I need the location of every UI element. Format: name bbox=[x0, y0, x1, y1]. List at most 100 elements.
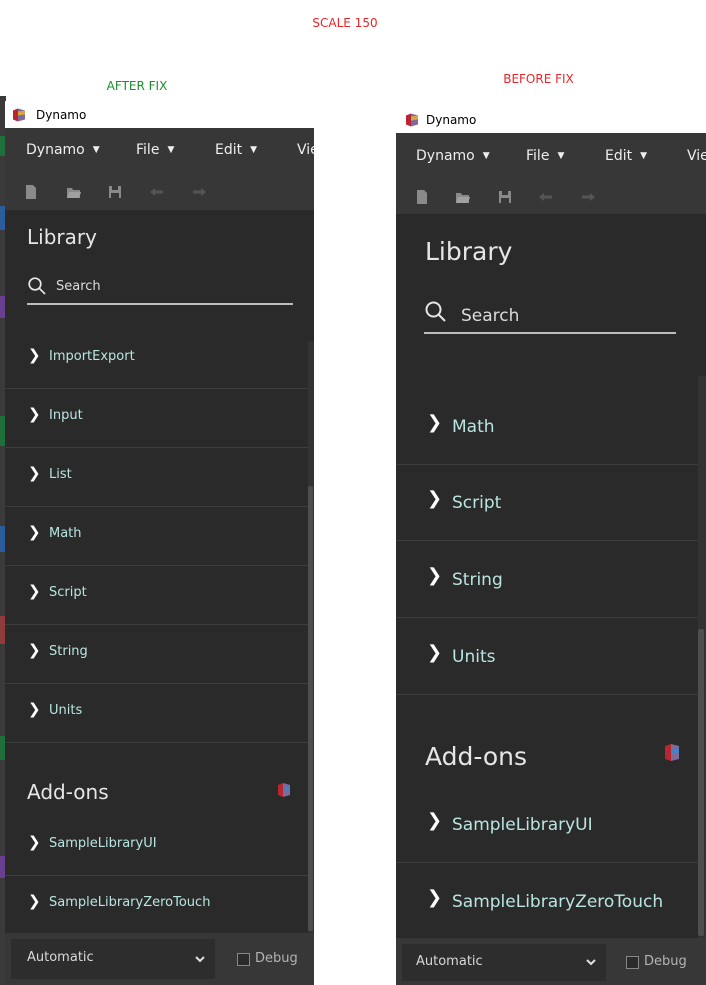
undo-icon[interactable] bbox=[538, 189, 554, 205]
category-string[interactable]: ❯ String bbox=[5, 624, 308, 684]
addon-label: SampleLibraryUI bbox=[49, 836, 157, 851]
addons-title: Add-ons bbox=[27, 780, 109, 804]
library-title: Library bbox=[27, 225, 97, 249]
category-label: List bbox=[49, 467, 72, 482]
chevron-down-icon bbox=[194, 952, 206, 967]
chevron-right-icon: ❯ bbox=[427, 488, 443, 509]
after-fix-window: Dynamo Dynamo ▼ File ▼ Edit ▼ Vie Library S… bbox=[5, 101, 314, 985]
category-label: Script bbox=[452, 493, 502, 513]
undo-icon[interactable] bbox=[149, 184, 165, 200]
addons-title: Add-ons bbox=[425, 742, 528, 771]
menu-dynamo[interactable]: Dynamo ▼ bbox=[26, 142, 100, 158]
chevron-right-icon: ❯ bbox=[28, 700, 41, 718]
library-scrollbar[interactable] bbox=[308, 486, 313, 931]
search-input[interactable]: Search bbox=[56, 279, 101, 294]
run-mode-value: Automatic bbox=[416, 954, 483, 969]
menu-dynamo-label: Dynamo bbox=[26, 142, 85, 158]
debug-checkbox[interactable] bbox=[237, 953, 250, 966]
addon-samplelibraryui[interactable]: ❯ SampleLibraryUI bbox=[5, 816, 308, 876]
category-script[interactable]: ❯ Script bbox=[396, 464, 698, 541]
menu-view[interactable]: Vie bbox=[297, 142, 314, 158]
library-search[interactable]: Search bbox=[424, 299, 676, 335]
window-title: Dynamo bbox=[36, 107, 87, 122]
redo-icon[interactable] bbox=[580, 189, 596, 205]
addon-label: SampleLibraryZeroTouch bbox=[452, 892, 664, 912]
caret-down-icon: ▼ bbox=[167, 145, 175, 155]
library-search[interactable]: Search bbox=[27, 274, 293, 306]
addon-package-icon bbox=[278, 782, 290, 801]
before-fix-window: Dynamo Dynamo ▼ File ▼ Edit ▼ Vie Library S… bbox=[396, 106, 706, 985]
search-underline bbox=[424, 332, 676, 334]
open-folder-icon[interactable] bbox=[455, 189, 471, 205]
category-importexport[interactable]: ❯ ImportExport bbox=[5, 329, 308, 389]
debug-checkbox[interactable] bbox=[626, 956, 639, 969]
category-label: Script bbox=[49, 585, 87, 600]
addon-label: SampleLibraryZeroTouch bbox=[49, 895, 211, 910]
category-units[interactable]: ❯ Units bbox=[396, 618, 698, 695]
save-icon[interactable] bbox=[107, 184, 123, 200]
chevron-down-icon bbox=[585, 955, 597, 970]
addon-samplelibraryzerotouch[interactable]: ❯ SampleLibraryZeroTouch bbox=[5, 875, 308, 934]
window-titlebar[interactable]: Dynamo bbox=[396, 106, 706, 133]
redo-icon[interactable] bbox=[191, 184, 207, 200]
addon-label: SampleLibraryUI bbox=[452, 815, 593, 835]
run-bar: Automatic Debug bbox=[5, 933, 314, 985]
window-title: Dynamo bbox=[426, 112, 477, 127]
chevron-right-icon: ❯ bbox=[427, 565, 443, 586]
dynamo-app-icon bbox=[406, 113, 418, 126]
search-underline bbox=[27, 303, 293, 305]
chevron-right-icon: ❯ bbox=[28, 523, 41, 541]
menu-file-label: File bbox=[136, 142, 160, 158]
category-script[interactable]: ❯ Script bbox=[5, 565, 308, 625]
chevron-right-icon: ❯ bbox=[28, 833, 41, 851]
category-units[interactable]: ❯ Units bbox=[5, 683, 308, 743]
menu-edit-label: Edit bbox=[605, 148, 633, 164]
chevron-right-icon: ❯ bbox=[28, 641, 41, 659]
menu-edit[interactable]: Edit ▼ bbox=[605, 148, 647, 164]
debug-label: Debug bbox=[255, 951, 298, 966]
chevron-right-icon: ❯ bbox=[28, 464, 41, 482]
chevron-right-icon: ❯ bbox=[28, 582, 41, 600]
category-input[interactable]: ❯ Input bbox=[5, 388, 308, 448]
caret-down-icon: ▼ bbox=[640, 151, 648, 161]
dynamo-app-icon bbox=[13, 108, 25, 121]
chevron-right-icon: ❯ bbox=[28, 892, 41, 910]
caret-down-icon: ▼ bbox=[92, 145, 100, 155]
category-label: String bbox=[452, 570, 503, 590]
addon-samplelibraryui[interactable]: ❯ SampleLibraryUI bbox=[396, 786, 698, 863]
category-math[interactable]: ❯ Math bbox=[5, 506, 308, 566]
menu-dynamo-label: Dynamo bbox=[416, 148, 475, 164]
run-mode-value: Automatic bbox=[27, 950, 94, 965]
menu-bar: Dynamo ▼ File ▼ Edit ▼ Vie bbox=[5, 128, 314, 175]
caret-down-icon: ▼ bbox=[250, 145, 258, 155]
category-label: ImportExport bbox=[49, 349, 135, 364]
library-title: Library bbox=[425, 237, 513, 266]
library-scrollbar[interactable] bbox=[698, 629, 704, 936]
chevron-right-icon: ❯ bbox=[28, 346, 41, 364]
menu-file[interactable]: File ▼ bbox=[526, 148, 564, 164]
run-mode-select[interactable]: Automatic bbox=[402, 944, 606, 981]
search-input[interactable]: Search bbox=[461, 306, 519, 326]
addon-samplelibraryzerotouch[interactable]: ❯ SampleLibraryZeroTouch bbox=[396, 863, 698, 939]
debug-label: Debug bbox=[644, 954, 687, 969]
caret-down-icon: ▼ bbox=[557, 151, 565, 161]
category-string[interactable]: ❯ String bbox=[396, 541, 698, 618]
category-label: Math bbox=[49, 526, 82, 541]
menu-edit[interactable]: Edit ▼ bbox=[215, 142, 257, 158]
menu-view-label: Vie bbox=[297, 142, 314, 158]
window-titlebar[interactable]: Dynamo bbox=[5, 101, 314, 128]
category-label: Input bbox=[49, 408, 83, 423]
category-list[interactable]: ❯ List bbox=[5, 447, 308, 507]
menu-view[interactable]: Vie bbox=[687, 148, 706, 164]
chevron-right-icon: ❯ bbox=[28, 405, 41, 423]
new-file-icon[interactable] bbox=[414, 189, 430, 205]
toolbar bbox=[396, 181, 706, 214]
open-folder-icon[interactable] bbox=[66, 184, 82, 200]
save-icon[interactable] bbox=[497, 189, 513, 205]
run-mode-select[interactable]: Automatic bbox=[11, 939, 215, 979]
menu-dynamo[interactable]: Dynamo ▼ bbox=[416, 148, 490, 164]
menu-file[interactable]: File ▼ bbox=[136, 142, 174, 158]
caret-down-icon: ▼ bbox=[482, 151, 490, 161]
category-math[interactable]: ❯ Math bbox=[396, 388, 698, 465]
new-file-icon[interactable] bbox=[23, 184, 39, 200]
